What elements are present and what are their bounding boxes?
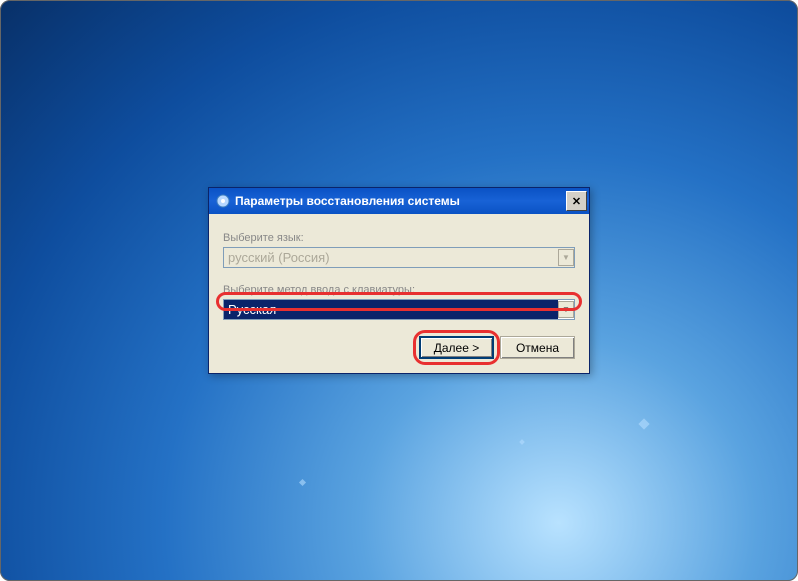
button-row: Далее > Отмена: [223, 336, 575, 359]
dialog-content: Выберите язык: русский (Россия) ▼ Выбери…: [209, 214, 589, 373]
keyboard-value: Русская: [224, 300, 558, 319]
desktop-background: Параметры восстановления системы ✕ Выбер…: [0, 0, 798, 581]
keyboard-combobox[interactable]: Русская ▼: [223, 299, 575, 320]
chevron-down-icon[interactable]: ▼: [558, 301, 574, 318]
language-label: Выберите язык:: [223, 232, 575, 244]
cancel-button[interactable]: Отмена: [500, 336, 575, 359]
language-combobox: русский (Россия) ▼: [223, 247, 575, 268]
close-icon: ✕: [572, 195, 581, 208]
chevron-down-icon: ▼: [558, 249, 574, 266]
next-button[interactable]: Далее >: [419, 336, 494, 359]
dialog-title: Параметры восстановления системы: [235, 194, 566, 208]
cd-icon: [215, 193, 231, 209]
keyboard-label: Выберите метод ввода с клавиатуры:: [223, 284, 575, 296]
recovery-options-dialog: Параметры восстановления системы ✕ Выбер…: [208, 187, 590, 374]
language-value: русский (Россия): [224, 250, 558, 265]
close-button[interactable]: ✕: [566, 191, 587, 211]
titlebar[interactable]: Параметры восстановления системы ✕: [209, 188, 589, 214]
